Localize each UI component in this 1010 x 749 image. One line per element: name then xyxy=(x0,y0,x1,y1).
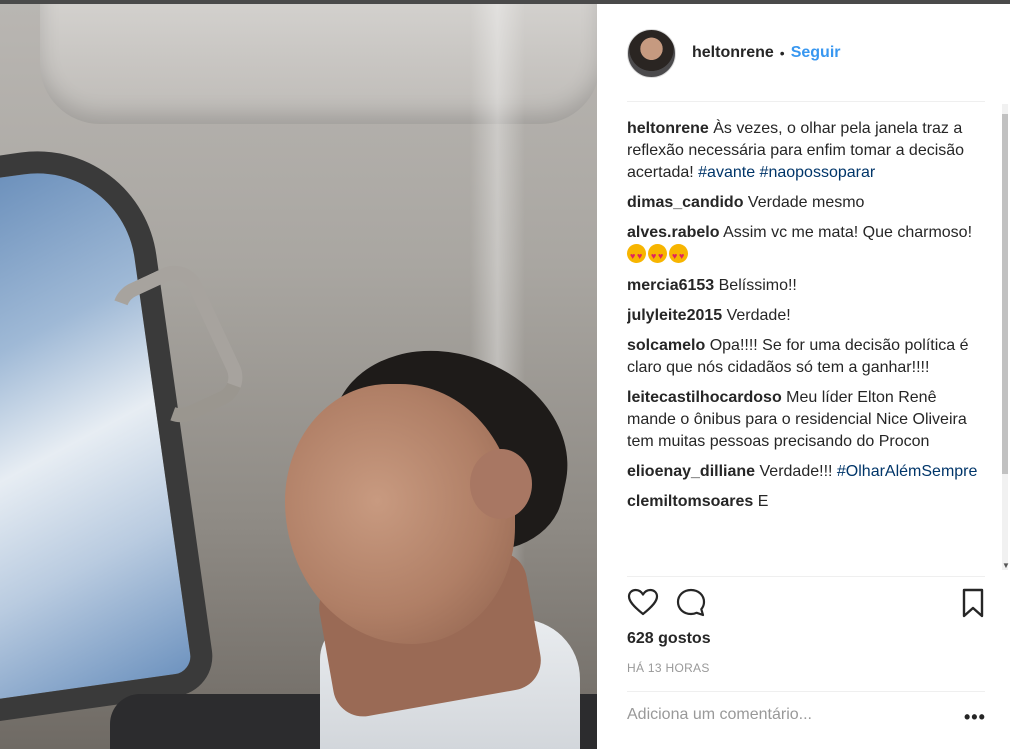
comment-text: Verdade! xyxy=(722,307,791,324)
list-item: elioenay_dilliane Verdade!!! #OlharAlémS… xyxy=(627,461,989,483)
comment-text: Verdade mesmo xyxy=(743,194,865,211)
comment-bubble-icon[interactable] xyxy=(675,587,709,621)
header-username[interactable]: heltonrene xyxy=(692,44,774,62)
heart-icon[interactable] xyxy=(627,587,661,621)
list-item: solcamelo Opa!!!! Se for uma decisão pol… xyxy=(627,335,989,379)
list-item: alves.rabelo Assim vc me mata! Que charm… xyxy=(627,222,989,267)
add-comment-input[interactable] xyxy=(627,706,927,724)
list-item: dimas_candido Verdade mesmo xyxy=(627,192,989,214)
hashtag-link[interactable]: #avante xyxy=(698,164,755,181)
avatar[interactable] xyxy=(627,28,676,78)
scroll-down-arrow-icon[interactable]: ▼ xyxy=(1002,561,1010,570)
action-bar xyxy=(627,587,989,621)
list-item: clemiltomsoares E xyxy=(627,491,989,513)
ear xyxy=(470,449,532,519)
car-window xyxy=(0,135,218,733)
comment-username[interactable]: julyleite2015 xyxy=(627,307,722,324)
post-header: heltonrene • Seguir xyxy=(627,28,841,78)
heart-eyes-emoji-icon xyxy=(648,244,667,267)
heart-eyes-emoji-icon xyxy=(669,244,688,267)
bookmark-icon[interactable] xyxy=(957,587,991,621)
comment-text: Belíssimo!! xyxy=(714,277,797,294)
likes-count[interactable]: 628 gostos xyxy=(627,630,711,648)
comment-username[interactable]: clemiltomsoares xyxy=(627,493,753,510)
divider xyxy=(627,576,985,577)
comment-text: E xyxy=(753,493,769,510)
post-timestamp: HÁ 13 HORAS xyxy=(627,661,710,675)
caption: heltonrene Às vezes, o olhar pela janela… xyxy=(627,118,989,184)
comments-list[interactable]: heltonrene Às vezes, o olhar pela janela… xyxy=(627,118,989,574)
separator-dot: • xyxy=(779,45,785,61)
divider xyxy=(627,691,985,692)
divider xyxy=(627,101,985,102)
post-photo[interactable] xyxy=(0,4,597,749)
hashtag-link[interactable]: #OlharAlémSempre xyxy=(837,463,978,480)
list-item: julyleite2015 Verdade! xyxy=(627,305,989,327)
comment-text: Assim vc me mata! Que charmoso! xyxy=(719,224,973,241)
hashtag-link[interactable]: #naopossoparar xyxy=(760,164,876,181)
comment-username[interactable]: elioenay_dilliane xyxy=(627,463,755,480)
comment-text: Verdade!!! xyxy=(755,463,837,480)
post-side-panel: heltonrene • Seguir heltonrene Às vezes,… xyxy=(597,4,1010,749)
scrollbar-thumb[interactable] xyxy=(1002,114,1008,474)
follow-button[interactable]: Seguir xyxy=(791,44,841,62)
comment-username[interactable]: dimas_candido xyxy=(627,194,743,211)
caption-username[interactable]: heltonrene xyxy=(627,120,709,137)
comment-username[interactable]: leitecastilhocardoso xyxy=(627,389,782,406)
more-options-icon[interactable]: ••• xyxy=(964,707,986,728)
heart-eyes-emoji-icon xyxy=(627,244,646,267)
list-item: mercia6153 Belíssimo!! xyxy=(627,275,989,297)
comment-username[interactable]: mercia6153 xyxy=(627,277,714,294)
list-item: leitecastilhocardoso Meu líder Elton Ren… xyxy=(627,387,989,453)
comments-scrollbar[interactable] xyxy=(1002,104,1008,570)
comment-username[interactable]: alves.rabelo xyxy=(627,224,720,241)
comment-username[interactable]: solcamelo xyxy=(627,337,705,354)
